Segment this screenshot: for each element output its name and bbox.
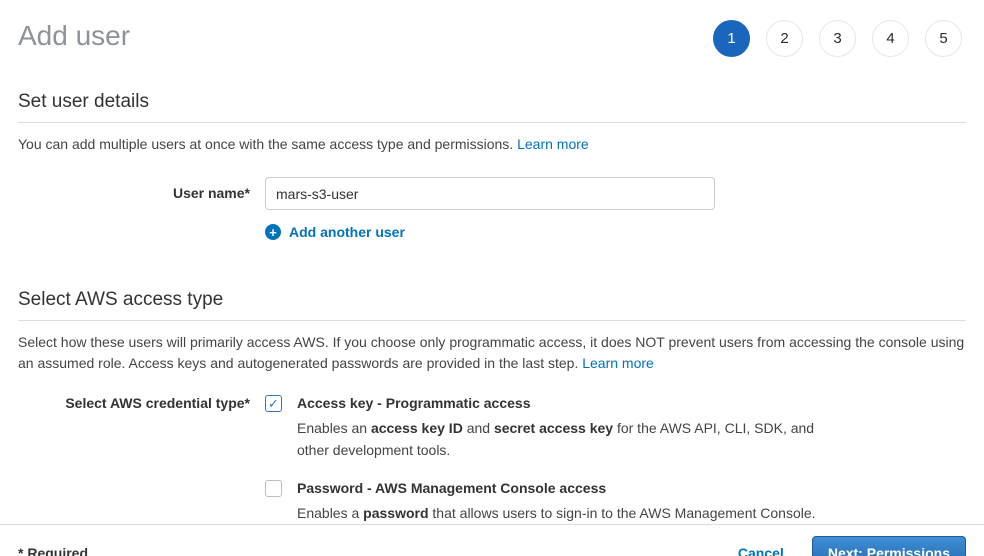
required-note: * Required xyxy=(18,545,88,556)
wizard-step-4: 4 xyxy=(872,20,909,57)
access-type-description: Select how these users will primarily ac… xyxy=(18,332,966,374)
next-permissions-button[interactable]: Next: Permissions xyxy=(812,536,966,556)
username-row: User name* xyxy=(18,177,966,210)
credential-type-label: Select AWS credential type* xyxy=(18,394,250,524)
username-input[interactable] xyxy=(265,177,715,210)
access-key-option-body: Access key - Programmatic access Enables… xyxy=(297,394,832,461)
page-content: Add user 1 2 3 4 5 Set user details You … xyxy=(0,0,984,524)
wizard-step-1: 1 xyxy=(713,20,750,57)
credential-options: Access key - Programmatic access Enables… xyxy=(265,394,832,524)
section-heading-user-details: Set user details xyxy=(18,91,966,123)
user-details-description-text: You can add multiple users at once with … xyxy=(18,136,517,152)
access-type-description-text: Select how these users will primarily ac… xyxy=(18,334,964,371)
access-key-checkbox[interactable] xyxy=(265,395,282,412)
password-option-body: Password - AWS Management Console access… xyxy=(297,479,816,524)
access-key-desc-bold: secret access key xyxy=(494,420,613,436)
cancel-button[interactable]: Cancel xyxy=(738,545,784,556)
password-desc-text: Enables a xyxy=(297,505,363,521)
password-desc-bold: password xyxy=(363,505,428,521)
wizard-step-3: 3 xyxy=(819,20,856,57)
add-another-user-label: Add another user xyxy=(289,224,405,240)
password-option-description: Enables a password that allows users to … xyxy=(297,502,816,524)
username-label: User name* xyxy=(18,177,250,210)
option-access-key: Access key - Programmatic access Enables… xyxy=(265,394,832,461)
access-key-desc-bold: access key ID xyxy=(371,420,463,436)
learn-more-link-access-type[interactable]: Learn more xyxy=(582,355,654,371)
add-another-user-button[interactable]: + Add another user xyxy=(265,224,966,240)
footer-actions: Cancel Next: Permissions xyxy=(738,536,966,556)
access-key-desc-text: and xyxy=(463,420,494,436)
user-details-description: You can add multiple users at once with … xyxy=(18,134,966,155)
password-checkbox[interactable] xyxy=(265,480,282,497)
plus-circle-icon: + xyxy=(265,224,281,240)
access-key-desc-text: Enables an xyxy=(297,420,371,436)
wizard-footer: * Required Cancel Next: Permissions xyxy=(0,524,984,556)
section-heading-access-type: Select AWS access type xyxy=(18,289,966,321)
page-title: Add user xyxy=(18,16,130,56)
password-desc-text: that allows users to sign-in to the AWS … xyxy=(429,505,816,521)
add-user-page: Add user 1 2 3 4 5 Set user details You … xyxy=(0,0,984,556)
page-header: Add user 1 2 3 4 5 xyxy=(18,0,966,57)
wizard-steps: 1 2 3 4 5 xyxy=(713,16,966,57)
access-key-option-title: Access key - Programmatic access xyxy=(297,394,832,413)
learn-more-link-user-details[interactable]: Learn more xyxy=(517,136,589,152)
option-password: Password - AWS Management Console access… xyxy=(265,479,832,524)
credential-type-row: Select AWS credential type* Access key -… xyxy=(18,394,966,524)
wizard-step-5: 5 xyxy=(925,20,962,57)
password-option-title: Password - AWS Management Console access xyxy=(297,479,816,498)
access-key-option-description: Enables an access key ID and secret acce… xyxy=(297,417,832,461)
wizard-step-2: 2 xyxy=(766,20,803,57)
